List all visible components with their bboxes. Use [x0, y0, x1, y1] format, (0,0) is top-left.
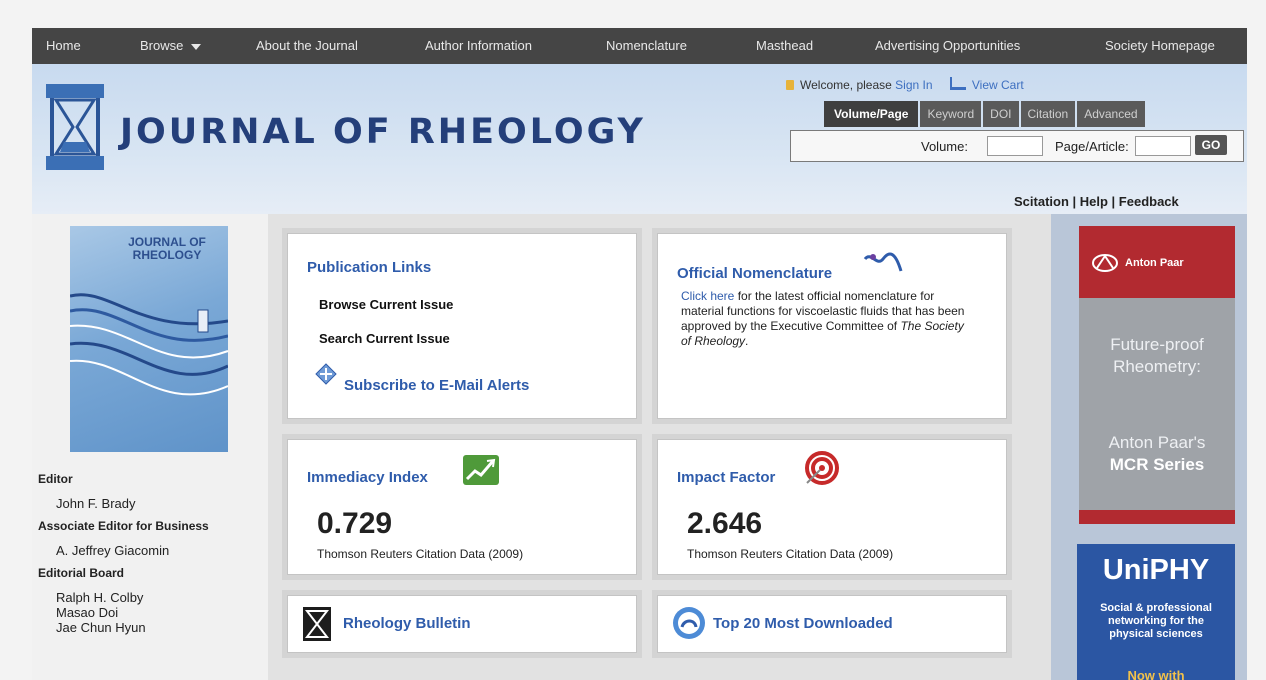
uniphy-line: physical sciences [1109, 628, 1203, 640]
search-tabs: Volume/Page Keyword DOI Citation Advance… [822, 101, 1145, 127]
journal-logo[interactable] [44, 82, 106, 172]
page-input[interactable] [1135, 136, 1191, 156]
nomenclature-text: Click here for the latest official nomen… [681, 289, 971, 349]
welcome-bar: Welcome, please Sign In View Cart [786, 77, 1024, 92]
tab-citation[interactable]: Citation [1020, 101, 1076, 127]
tab-advanced[interactable]: Advanced [1077, 101, 1145, 127]
anton-paar-logo-icon [1092, 254, 1118, 272]
ad-line: MCR Series [1109, 455, 1205, 474]
go-button[interactable]: GO [1195, 135, 1227, 155]
rheology-bulletin-panel: Rheology Bulletin [282, 590, 642, 658]
tab-doi[interactable]: DOI [983, 101, 1019, 127]
tab-volume-page[interactable]: Volume/Page [824, 101, 919, 127]
immediacy-index-source: Thomson Reuters Citation Data (2009) [317, 547, 524, 561]
impact-factor-source: Thomson Reuters Citation Data (2009) [687, 547, 894, 561]
subscribe-alerts-link[interactable]: Subscribe to E-Mail Alerts [344, 377, 529, 394]
board-member: Masao Doi [56, 605, 119, 620]
hourglass-logo-icon [46, 84, 104, 170]
target-icon [805, 451, 839, 485]
main-content: Publication Links Browse Current Issue S… [268, 214, 1051, 680]
sign-in-link[interactable]: Sign In [895, 78, 932, 92]
header: JOURNAL OF RHEOLOGY Welcome, please Sign… [32, 64, 1247, 214]
nomenclature-symbol-icon [863, 252, 903, 272]
search-current-issue-link[interactable]: Search Current Issue [319, 331, 450, 346]
email-alert-icon [315, 363, 337, 385]
uniphy-tagline: Social & professional networking for the… [1077, 602, 1235, 641]
cart-icon [949, 77, 966, 90]
board-heading: Editorial Board [38, 566, 125, 580]
ad-line: Rheometry: [1113, 357, 1201, 376]
welcome-text: Welcome, please [800, 78, 892, 92]
impact-factor-value: 2.646 [687, 507, 763, 540]
nav-about[interactable]: About the Journal [256, 38, 358, 53]
anton-paar-ad[interactable]: Anton Paar Future-proof Rheometry: Anton… [1079, 226, 1235, 524]
anton-paar-brand: Anton Paar [1125, 257, 1184, 269]
board-member: Jae Chun Hyun [56, 620, 146, 635]
board-member: Ralph H. Colby [56, 590, 144, 605]
assoc-editor-name: A. Jeffrey Giacomin [56, 543, 170, 558]
uniphy-now-with: Now with [1127, 668, 1185, 680]
assoc-editor-heading: Associate Editor for Business [38, 519, 209, 533]
search-bar: Volume: Page/Article: GO [790, 130, 1244, 162]
nav-browse[interactable]: Browse [140, 38, 202, 53]
cover-title-line2: RHEOLOGY [132, 248, 202, 262]
editor-name: John F. Brady [56, 496, 136, 511]
anton-paar-banner: Anton Paar [1079, 226, 1235, 298]
bulletin-icon [303, 607, 331, 641]
browse-current-issue-link[interactable]: Browse Current Issue [319, 297, 453, 312]
page-frame: Home Browse About the Journal Author Inf… [0, 0, 1266, 680]
utility-links[interactable]: Scitation | Help | Feedback [1014, 194, 1179, 209]
top20-badge-icon [673, 607, 705, 639]
right-ad-column: Anton Paar Future-proof Rheometry: Anton… [1051, 214, 1247, 680]
publication-links-title: Publication Links [307, 259, 432, 276]
rheology-bulletin-link[interactable]: Rheology Bulletin [343, 615, 471, 632]
immediacy-index-panel: Immediacy Index 0.729 Thomson Reuters Ci… [282, 434, 642, 580]
journal-cover-image[interactable]: JOURNAL OF RHEOLOGY [70, 226, 228, 452]
ad-line: Anton Paar's [1108, 433, 1206, 452]
nomenclature-period: . [745, 334, 749, 348]
uniphy-line: Social & professional [1100, 602, 1212, 614]
trend-chart-icon [463, 455, 499, 485]
lock-icon [786, 80, 794, 90]
nav-masthead[interactable]: Masthead [756, 38, 813, 53]
click-here-link[interactable]: Click here [681, 289, 734, 303]
nav-author-info[interactable]: Author Information [425, 38, 532, 53]
uniphy-title: UniPHY [1102, 554, 1210, 586]
nav-nomenclature[interactable]: Nomenclature [606, 38, 687, 53]
nav-society[interactable]: Society Homepage [1105, 38, 1215, 53]
view-cart-link[interactable]: View Cart [972, 78, 1024, 92]
nav-advertising[interactable]: Advertising Opportunities [875, 38, 1020, 53]
uniphy-line: networking for the [1108, 615, 1204, 627]
chevron-down-icon [191, 43, 202, 50]
tab-keyword[interactable]: Keyword [920, 101, 982, 127]
nav-browse-label: Browse [140, 38, 184, 53]
publication-links-panel: Publication Links Browse Current Issue S… [282, 228, 642, 424]
journal-title[interactable]: JOURNAL OF RHEOLOGY [120, 112, 646, 152]
page-label: Page/Article: [1055, 139, 1129, 154]
immediacy-index-value: 0.729 [317, 507, 393, 540]
left-column: JOURNAL OF RHEOLOGY Editor John F. Brady… [32, 214, 268, 680]
volume-input[interactable] [987, 136, 1043, 156]
uniphy-ad[interactable]: UniPHY Social & professional networking … [1077, 544, 1235, 680]
top-nav: Home Browse About the Journal Author Inf… [32, 28, 1247, 64]
top20-panel: Top 20 Most Downloaded [652, 590, 1012, 658]
editor-heading: Editor [38, 472, 73, 486]
impact-factor-title: Impact Factor [677, 469, 776, 486]
ad-strip [1079, 510, 1235, 524]
volume-label: Volume: [921, 139, 968, 154]
immediacy-index-title: Immediacy Index [307, 469, 428, 486]
ad-line: Future-proof [1110, 335, 1204, 354]
nomenclature-panel: Official Nomenclature Click here for the… [652, 228, 1012, 424]
nav-home[interactable]: Home [46, 38, 81, 53]
top20-link[interactable]: Top 20 Most Downloaded [713, 615, 893, 632]
nomenclature-title: Official Nomenclature [677, 265, 833, 282]
cover-title: JOURNAL OF RHEOLOGY [112, 236, 222, 262]
impact-factor-panel: Impact Factor 2.646 Thomson Reuters Cita… [652, 434, 1012, 580]
editorial-info: Editor John F. Brady Associate Editor fo… [38, 472, 263, 635]
